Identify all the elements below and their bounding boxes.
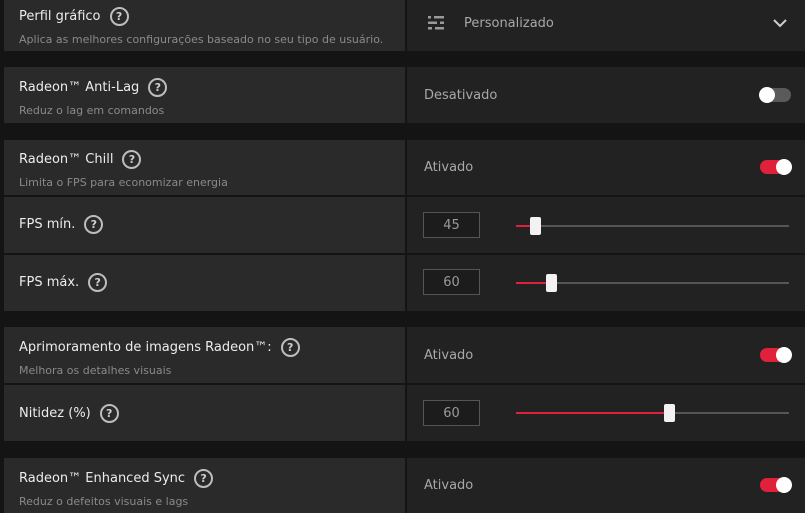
profile-settings-icon [428, 15, 444, 31]
graphics-profile-dropdown[interactable]: Personalizado [407, 0, 805, 51]
anti-lag-status: Desativado [424, 88, 498, 103]
image-sharpening-label-panel: Aprimoramento de imagens Radeon™: ? Melh… [4, 327, 405, 383]
fps-max-input[interactable]: 60 [423, 269, 480, 295]
anti-lag-desc: Reduz o lag em comandos [19, 104, 165, 117]
fps-max-control-panel: 60 [407, 255, 805, 311]
enhanced-sync-toggle[interactable] [760, 477, 792, 493]
image-sharpening-toggle[interactable] [760, 347, 792, 363]
anti-lag-control-panel: Desativado [407, 67, 805, 123]
enhanced-sync-title: Radeon™ Enhanced Sync [19, 471, 186, 486]
image-sharpening-title: Aprimoramento de imagens Radeon™: [19, 340, 272, 355]
help-icon[interactable]: ? [109, 7, 129, 26]
sharpness-label-panel: Nitidez (%) ? [4, 385, 405, 441]
image-sharpening-row: Aprimoramento de imagens Radeon™: ? Melh… [4, 327, 805, 383]
toggle-knob [776, 159, 792, 175]
fps-max-slider[interactable] [516, 274, 789, 292]
fps-min-slider[interactable] [516, 217, 789, 235]
fps-max-row: FPS máx. ? 60 [4, 255, 805, 311]
help-icon[interactable]: ? [84, 215, 104, 234]
graphics-profile-row: Perfil gráfico ? Aplica as melhores conf… [4, 0, 805, 51]
enhanced-sync-control-panel: Ativado [407, 458, 805, 513]
chill-title: Radeon™ Chill [19, 152, 114, 167]
toggle-knob [776, 347, 792, 363]
chill-label-panel: Radeon™ Chill ? Limita o FPS para econom… [4, 140, 405, 195]
fps-min-label: FPS mín. [19, 217, 76, 232]
anti-lag-label-panel: Radeon™ Anti-Lag ? Reduz o lag em comand… [4, 67, 405, 123]
anti-lag-title: Radeon™ Anti-Lag [19, 80, 140, 95]
chill-toggle[interactable] [760, 159, 792, 175]
toggle-knob [776, 477, 792, 493]
anti-lag-row: Radeon™ Anti-Lag ? Reduz o lag em comand… [4, 67, 805, 123]
image-sharpening-status: Ativado [424, 348, 474, 363]
help-icon[interactable]: ? [122, 150, 142, 169]
slider-fill [516, 412, 669, 414]
fps-min-input[interactable]: 45 [423, 212, 480, 238]
anti-lag-toggle[interactable] [759, 87, 791, 103]
enhanced-sync-row: Radeon™ Enhanced Sync ? Reduz o defeitos… [4, 458, 805, 513]
fps-max-label-panel: FPS máx. ? [4, 255, 405, 311]
fps-min-label-panel: FPS mín. ? [4, 197, 405, 253]
help-icon[interactable]: ? [280, 338, 300, 357]
graphics-profile-value: Personalizado [464, 16, 554, 31]
graphics-profile-title: Perfil gráfico [19, 9, 101, 24]
fps-min-row: FPS mín. ? 45 [4, 197, 805, 253]
slider-thumb[interactable] [546, 274, 558, 292]
toggle-knob [759, 87, 775, 103]
sharpness-control-panel: 60 [407, 385, 805, 441]
sharpness-input[interactable]: 60 [423, 400, 480, 426]
chill-desc: Limita o FPS para economizar energia [19, 176, 228, 189]
enhanced-sync-status: Ativado [424, 478, 474, 493]
chill-row: Radeon™ Chill ? Limita o FPS para econom… [4, 140, 805, 195]
sharpness-row: Nitidez (%) ? 60 [4, 385, 805, 441]
image-sharpening-control-panel: Ativado [407, 327, 805, 383]
enhanced-sync-label-panel: Radeon™ Enhanced Sync ? Reduz o defeitos… [4, 458, 405, 513]
help-icon[interactable]: ? [194, 469, 214, 488]
slider-thumb[interactable] [530, 217, 542, 235]
chevron-down-icon [773, 19, 787, 28]
slider-thumb[interactable] [663, 404, 675, 422]
help-icon[interactable]: ? [88, 273, 108, 292]
graphics-profile-label-panel: Perfil gráfico ? Aplica as melhores conf… [4, 0, 405, 51]
sharpness-slider[interactable] [516, 404, 789, 422]
enhanced-sync-desc: Reduz o defeitos visuais e lags [19, 495, 189, 508]
sharpness-label: Nitidez (%) [19, 406, 91, 421]
help-icon[interactable]: ? [99, 404, 119, 423]
help-icon[interactable]: ? [148, 78, 168, 97]
fps-min-control-panel: 45 [407, 197, 805, 253]
fps-max-label: FPS máx. [19, 275, 80, 290]
graphics-profile-desc: Aplica as melhores configurações baseado… [19, 33, 384, 46]
chill-control-panel: Ativado [407, 140, 805, 195]
image-sharpening-desc: Melhora os detalhes visuais [19, 364, 172, 377]
chill-status: Ativado [424, 160, 474, 175]
